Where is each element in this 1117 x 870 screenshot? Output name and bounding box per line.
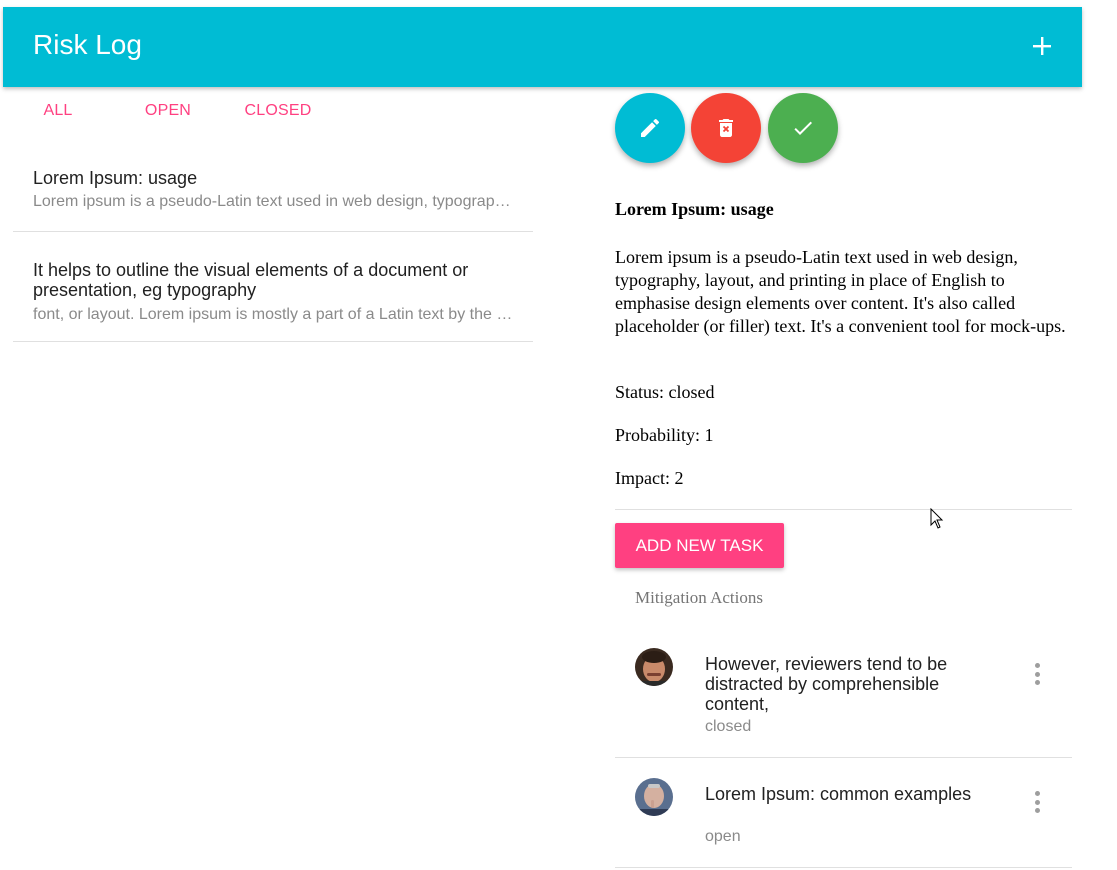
more-vert-icon[interactable]: [1027, 788, 1047, 816]
tab-all[interactable]: ALL: [23, 96, 93, 126]
task-title: Lorem Ipsum: common examples: [705, 784, 972, 804]
risk-list-item[interactable]: Lorem Ipsum: usage Lorem ipsum is a pseu…: [13, 140, 533, 232]
task-status: open: [705, 828, 741, 845]
delete-risk-button[interactable]: [691, 93, 761, 163]
app-toolbar: Risk Log: [3, 7, 1082, 87]
app-title: Risk Log: [33, 29, 142, 60]
close-risk-button[interactable]: [768, 93, 838, 163]
risk-item-summary: font, or layout. Lorem ipsum is mostly a…: [33, 306, 533, 323]
mitigation-task-item[interactable]: Lorem Ipsum: common examples open: [615, 758, 1072, 868]
risk-list: Lorem Ipsum: usage Lorem ipsum is a pseu…: [13, 140, 533, 342]
check-icon: [794, 121, 812, 135]
detail-probability: Probability: 1: [615, 425, 714, 445]
more-vert-icon[interactable]: [1027, 660, 1047, 688]
detail-description: Lorem ipsum is a pseudo-Latin text used …: [615, 247, 1066, 336]
detail-status: Status: closed: [615, 382, 715, 402]
risk-item-title: Lorem Ipsum: usage: [33, 168, 198, 188]
detail-title: Lorem Ipsum: usage: [615, 199, 774, 219]
detail-impact: Impact: 2: [615, 468, 684, 488]
edit-risk-button[interactable]: [615, 93, 685, 163]
risk-detail: Lorem Ipsum: usage Lorem ipsum is a pseu…: [615, 196, 1072, 488]
risk-item-summary: Lorem ipsum is a pseudo-Latin text used …: [33, 193, 533, 210]
avatar: [635, 648, 673, 686]
tab-open[interactable]: OPEN: [133, 96, 203, 126]
task-title: However, reviewers tend to be distracted…: [705, 654, 948, 714]
divider: [615, 509, 1072, 510]
add-new-task-button[interactable]: ADD NEW TASK: [615, 523, 784, 568]
pencil-icon: [641, 118, 660, 137]
avatar: [635, 778, 673, 816]
mitigation-actions-header: Mitigation Actions: [635, 588, 763, 607]
task-status: closed: [705, 718, 752, 735]
risk-item-title: It helps to outline the visual elements …: [33, 260, 469, 300]
plus-icon: [1033, 37, 1051, 55]
trash-icon: [719, 119, 733, 137]
tab-closed[interactable]: CLOSED: [238, 96, 318, 126]
add-risk-button[interactable]: [1027, 31, 1057, 61]
risk-list-item[interactable]: It helps to outline the visual elements …: [13, 232, 533, 342]
mitigation-task-item[interactable]: However, reviewers tend to be distracted…: [615, 630, 1072, 758]
mouse-cursor-icon: [930, 507, 944, 535]
